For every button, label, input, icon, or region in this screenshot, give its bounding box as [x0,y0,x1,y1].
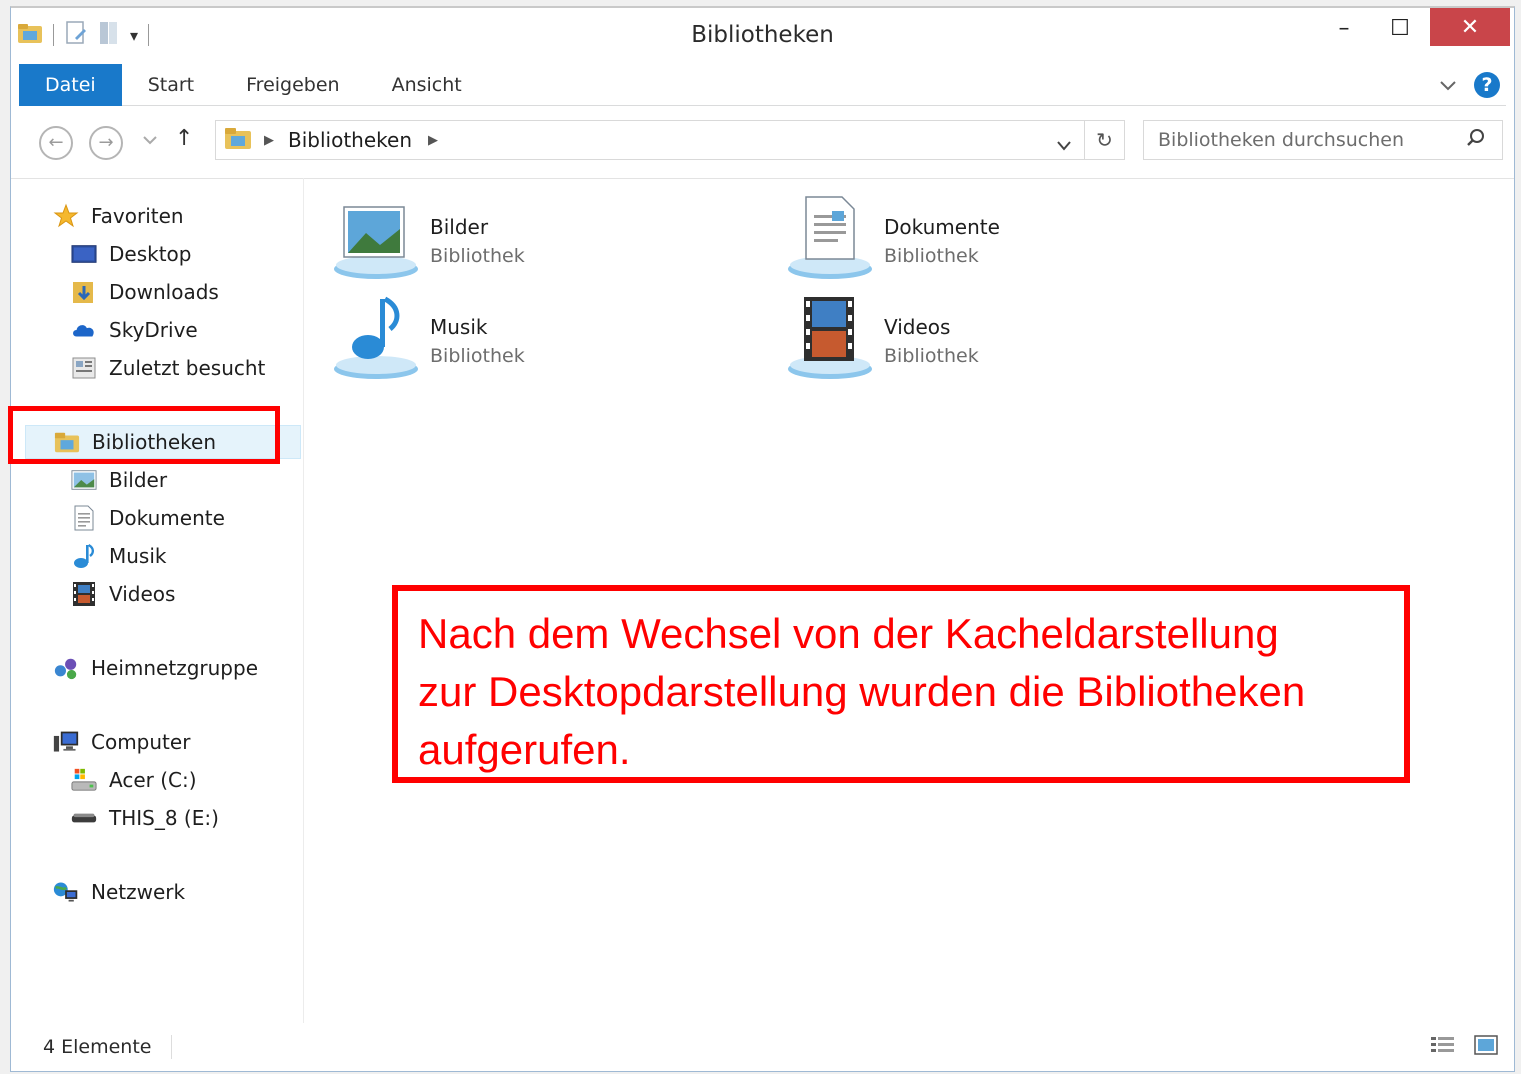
system-drive-icon [71,768,97,792]
film-icon [71,582,97,606]
breadcrumb-separator-icon[interactable]: ▶ [264,133,274,148]
window-title: Bibliotheken [691,22,834,48]
sidebar-item-pictures[interactable]: Bilder [71,463,167,497]
library-name: Videos [884,315,951,339]
sidebar-item-videos[interactable]: Videos [71,577,175,611]
homegroup-icon [53,656,79,680]
computer-icon [53,730,79,754]
downloads-folder-icon [71,280,97,304]
sidebar-item-label: Bilder [109,468,168,492]
sidebar-item-label: Computer [91,730,191,754]
navigation-pane: Favoriten Desktop Downloads SkyDrive Zul… [11,178,303,1023]
sidebar-item-label: Desktop [109,242,192,266]
sidebar-item-downloads[interactable]: Downloads [71,275,219,309]
sidebar-item-music[interactable]: Musik [71,539,167,573]
sidebar-item-label: Acer (C:) [109,768,197,792]
tab-ansicht[interactable]: Ansicht [366,64,488,106]
search-placeholder: Bibliotheken durchsuchen [1158,129,1404,151]
sidebar-item-skydrive[interactable]: SkyDrive [71,313,198,347]
sidebar-item-label: Netzwerk [91,880,186,904]
pictures-icon [71,468,97,492]
sidebar-item-documents[interactable]: Dokumente [71,501,225,535]
library-tile-pictures[interactable]: Bilder Bibliothek [332,193,525,285]
sidebar-item-network[interactable]: Netzwerk [53,875,185,909]
sidebar-item-homegroup[interactable]: Heimnetzgruppe [53,651,258,685]
close-button[interactable]: ✕ [1430,8,1510,46]
expand-ribbon-icon[interactable] [1440,76,1456,95]
sidebar-item-desktop[interactable]: Desktop [71,237,191,271]
explorer-window: ▾ Bibliotheken – ☐ ✕ Datei Start Freigeb… [10,6,1515,1072]
sidebar-item-drive-e[interactable]: THIS_8 (E:) [71,801,219,835]
library-name: Dokumente [884,215,1000,239]
up-button[interactable]: ↑ [175,126,193,151]
minimize-button[interactable]: – [1322,8,1366,48]
item-count: 4 Elemente [43,1036,152,1058]
document-icon [71,505,97,531]
library-tile-documents[interactable]: Dokumente Bibliothek [786,193,1000,285]
sidebar-item-drive-c[interactable]: Acer (C:) [71,763,197,797]
maximize-button[interactable]: ☐ [1378,8,1422,48]
search-input[interactable]: Bibliotheken durchsuchen [1143,120,1503,160]
sidebar-item-recent[interactable]: Zuletzt besucht [71,351,265,385]
library-type: Bibliothek [430,345,525,367]
removable-drive-icon [71,806,97,830]
navigation-bar: ← → ↑ ▶ Bibliotheken ▶ ↻ Bibliotheken du… [19,114,1506,172]
recent-places-icon [71,356,97,380]
large-icons-view-icon[interactable] [1474,1035,1498,1059]
sidebar-item-label: Heimnetzgruppe [91,656,258,680]
ribbon-tabs: Datei Start Freigeben Ansicht [19,63,1506,106]
sidebar-item-label: Zuletzt besucht [109,356,266,380]
sidebar-item-label: Downloads [109,280,219,304]
library-type: Bibliothek [884,345,979,367]
sidebar-item-label: Favoriten [91,204,184,228]
address-bar[interactable]: ▶ Bibliotheken ▶ [215,120,1085,160]
sidebar-item-label: Videos [109,582,176,606]
tab-datei[interactable]: Datei [19,63,122,106]
view-buttons [1430,1035,1498,1059]
ribbon-controls: ? [1440,72,1500,98]
desktop-icon [71,242,97,266]
refresh-button[interactable]: ↻ [1085,120,1125,160]
annotation-callout: Nach dem Wechsel von der Kacheldarstellu… [392,585,1410,783]
music-library-icon [332,293,424,385]
annotation-line: zur Desktopdarstellung wurden die Biblio… [418,668,1306,715]
sidebar-item-computer[interactable]: Computer [53,725,190,759]
sidebar-item-label: Dokumente [109,506,225,530]
library-type: Bibliothek [430,245,525,267]
documents-library-icon [786,193,878,285]
recent-locations-icon[interactable] [143,130,157,149]
address-dropdown-icon[interactable] [1056,133,1072,157]
pictures-library-icon [332,193,424,285]
sidebar-item-label: SkyDrive [109,318,198,342]
status-bar: 4 Elemente [11,1023,1514,1071]
library-name: Musik [430,315,488,339]
tab-freigeben[interactable]: Freigeben [220,64,365,106]
search-icon[interactable] [1466,128,1486,153]
annotation-line: aufgerufen. [418,726,631,773]
title-bar: ▾ Bibliotheken – ☐ ✕ [11,8,1514,64]
library-tile-videos[interactable]: Videos Bibliothek [786,293,979,385]
sidebar-item-favorites[interactable]: Favoriten [53,199,184,233]
help-button[interactable]: ? [1474,72,1500,98]
tab-start[interactable]: Start [122,64,220,106]
breadcrumb-separator-icon[interactable]: ▶ [428,133,438,148]
annotation-line: Nach dem Wechsel von der Kacheldarstellu… [418,610,1279,657]
cloud-icon [71,318,97,342]
breadcrumb[interactable]: Bibliotheken [288,128,412,152]
status-separator [171,1035,173,1059]
library-type: Bibliothek [884,245,979,267]
music-note-icon [71,543,97,568]
library-tile-music[interactable]: Musik Bibliothek [332,293,525,385]
highlight-box [8,406,280,464]
back-button[interactable]: ← [39,126,73,160]
star-icon [53,203,79,228]
sidebar-item-label: Musik [109,544,167,568]
library-folder-icon [224,126,252,155]
library-name: Bilder [430,215,489,239]
details-view-icon[interactable] [1430,1035,1456,1059]
network-icon [53,880,79,904]
forward-button[interactable]: → [89,126,123,160]
videos-library-icon [786,293,878,385]
sidebar-item-label: THIS_8 (E:) [109,806,219,830]
